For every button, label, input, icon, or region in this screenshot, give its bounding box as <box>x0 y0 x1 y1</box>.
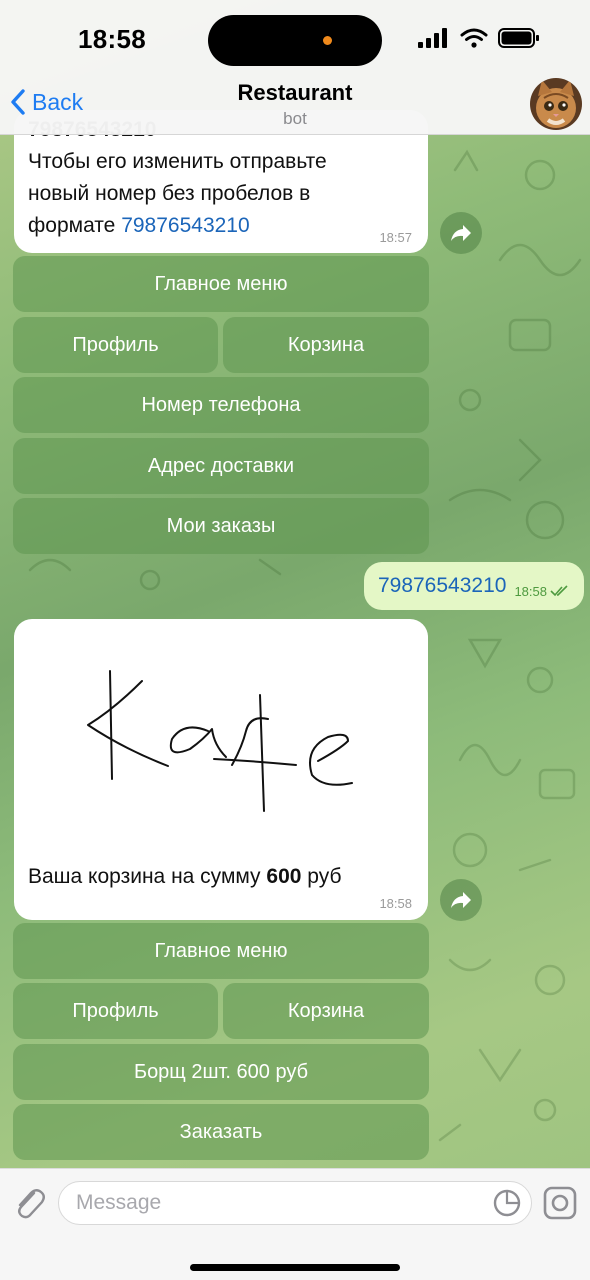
main-menu-button[interactable]: Главное меню <box>13 923 429 979</box>
battery-icon <box>498 28 539 48</box>
wifi-icon <box>460 28 488 48</box>
message-text: Ваша корзина на сумму <box>28 865 267 888</box>
chat-title[interactable]: Restaurant <box>0 80 590 106</box>
message-input[interactable] <box>58 1181 532 1225</box>
phone-number-button[interactable]: Номер телефона <box>13 377 429 433</box>
message-text: формате <box>28 214 122 237</box>
avatar[interactable] <box>530 78 582 130</box>
status-icons <box>418 28 540 48</box>
share-forward-icon <box>451 225 471 241</box>
camera-indicator-dot <box>323 36 332 45</box>
home-indicator <box>190 1264 400 1271</box>
bot-message-cart: Ваша корзина на сумму 600 руб 18:58 <box>14 619 428 920</box>
chat-subtitle: bot <box>283 109 307 128</box>
cart-item-button[interactable]: Борщ 2шт. 600 руб <box>13 1044 429 1100</box>
cart-button[interactable]: Корзина <box>223 983 429 1039</box>
main-menu-button[interactable]: Главное меню <box>13 256 429 312</box>
status-time: 18:58 <box>78 24 146 54</box>
cart-total-text: Ваша корзина на сумму 600 руб <box>28 861 341 893</box>
message-line: новый номер без пробелов в <box>28 182 311 205</box>
message-time: 18:57 <box>379 230 412 245</box>
forward-button[interactable] <box>440 879 482 921</box>
outgoing-message: 79876543210 18:58 <box>363 562 584 610</box>
profile-button[interactable]: Профиль <box>13 983 218 1039</box>
double-check-icon <box>550 585 568 597</box>
message-input-bar <box>0 1168 590 1280</box>
message-time: 18:58 <box>379 896 412 911</box>
message-line: формате 79876543210 <box>28 210 412 242</box>
message-time-read: 18:58 <box>514 584 570 599</box>
my-orders-button[interactable]: Мои заказы <box>13 498 429 554</box>
sticker-icon[interactable] <box>492 1188 522 1218</box>
paperclip-icon[interactable] <box>12 1185 46 1221</box>
cart-button[interactable]: Корзина <box>223 317 429 373</box>
message-time: 18:58 <box>514 583 547 599</box>
navigation-header: 18:58 Back Restaurant bot <box>0 0 590 135</box>
kafe-handwriting-image <box>87 670 353 812</box>
forward-button[interactable] <box>440 212 482 254</box>
camera-icon[interactable] <box>543 1186 577 1220</box>
delivery-address-button[interactable]: Адрес доставки <box>13 438 429 494</box>
phone-link[interactable]: 79876543210 <box>121 214 249 237</box>
outgoing-phone-link[interactable]: 79876543210 <box>378 574 506 598</box>
profile-button[interactable]: Профиль <box>13 317 218 373</box>
share-forward-icon <box>451 892 471 908</box>
signal-icon <box>418 28 447 48</box>
message-line: Чтобы его изменить отправьте <box>28 150 327 173</box>
message-text: руб <box>301 865 342 888</box>
cart-amount: 600 <box>266 865 302 888</box>
cat-avatar-image <box>530 78 582 130</box>
dynamic-island <box>208 15 382 66</box>
order-button[interactable]: Заказать <box>13 1104 429 1160</box>
